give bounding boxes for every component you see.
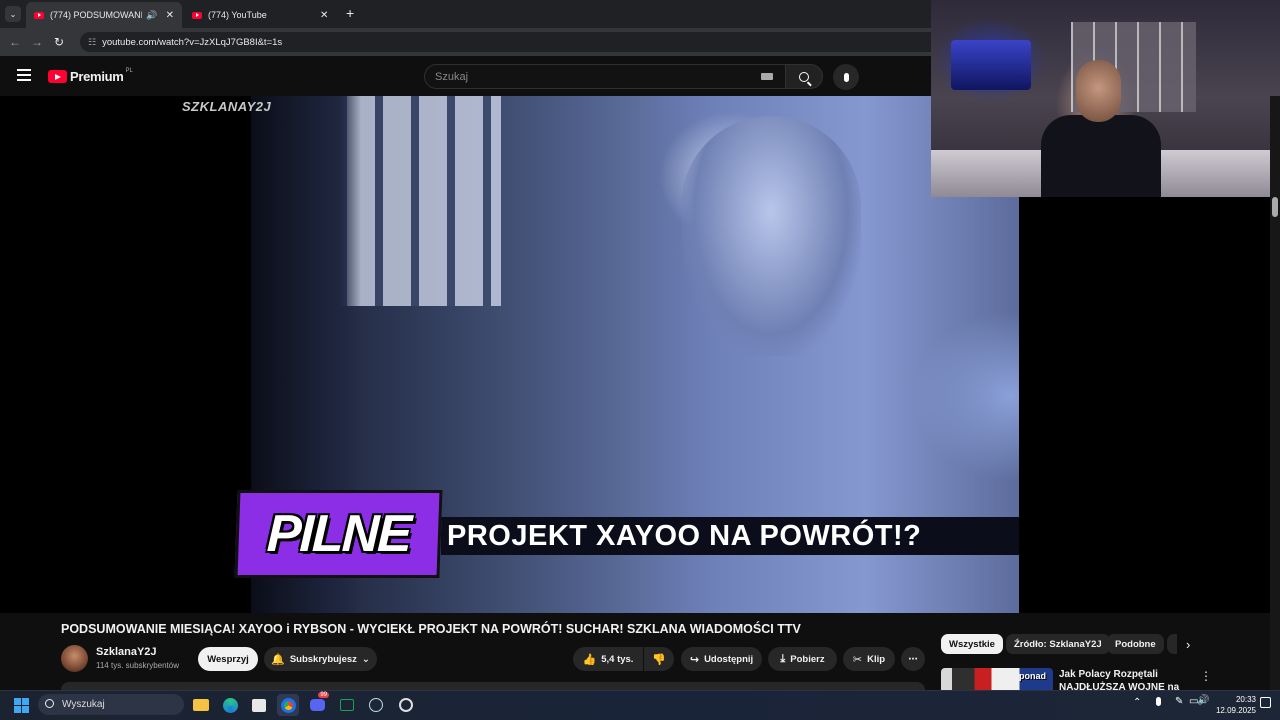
chip-source[interactable]: Źródło: SzklanaY2J (1006, 634, 1110, 654)
microphone-icon[interactable] (833, 64, 859, 90)
chip-related-label: Podobne (1115, 638, 1156, 650)
clock-date: 12.09.2025 (1215, 706, 1256, 715)
avatar[interactable] (61, 645, 88, 672)
dislike-button[interactable]: 👎 (644, 647, 674, 671)
share-button[interactable]: ↪ Udostępnij (681, 647, 762, 671)
channel-name[interactable]: SzklanaY2J (96, 646, 157, 658)
more-actions-button[interactable]: ⋯ (901, 647, 925, 671)
taskbar-search[interactable]: Wyszukaj (38, 694, 184, 715)
windows-start-icon[interactable] (10, 694, 32, 716)
clock-time: 20:33 (1235, 695, 1256, 704)
download-button[interactable]: ⤓ Pobierz (768, 647, 837, 671)
chip-next-fade (1167, 634, 1177, 654)
forward-icon[interactable]: → (26, 31, 48, 53)
url-text: youtube.com/watch?v=JzXLqJ7GB8I&t=1s (102, 36, 283, 48)
tab-search-icon[interactable]: ⌄ (5, 6, 21, 22)
search-icon (45, 699, 54, 708)
subscribed-label: Subskrybujesz (289, 653, 357, 665)
thumbs-up-icon: 👍 (582, 653, 597, 666)
urgent-badge: PILNE (234, 490, 443, 578)
youtube-favicon-icon (34, 11, 44, 19)
site-info-icon[interactable]: ☷ (88, 37, 96, 48)
recommendation-title[interactable]: Jak Polacy Rozpętali NAJDŁUŻSZA WOJNĘ na… (1059, 668, 1189, 690)
notifications-icon[interactable] (1260, 697, 1271, 708)
chip-all[interactable]: Wszystkie (941, 634, 1003, 654)
thumbnail-text: ponad (1019, 671, 1046, 681)
new-tab-icon[interactable]: + (346, 5, 354, 21)
video-title: PODSUMOWANIE MIESIĄCA! XAYOO i RYBSON - … (61, 622, 801, 636)
taskbar-clock[interactable]: 20:33 12.09.2025 (1210, 694, 1256, 716)
search-button[interactable] (785, 64, 823, 89)
recommendation-thumbnail[interactable]: ponad (941, 668, 1053, 690)
excel-icon[interactable] (336, 694, 358, 716)
tab-youtube[interactable]: (774) YouTube ✕ (184, 2, 340, 28)
share-icon: ↪ (689, 653, 700, 666)
support-button[interactable]: Wesprzyj (198, 647, 258, 671)
menu-icon[interactable] (17, 69, 31, 81)
chip-all-label: Wszystkie (949, 638, 995, 650)
support-label: Wesprzyj (207, 653, 249, 665)
webcam-monitor (951, 40, 1031, 90)
address-bar[interactable]: ☷ youtube.com/watch?v=JzXLqJ7GB8I&t=1s (80, 32, 940, 52)
subscribed-button[interactable]: 🔔 Subskrybujesz ⌄ (264, 647, 377, 671)
channel-watermark: SZKLANAY2J (182, 99, 272, 114)
taskbar-search-label: Wyszukaj (62, 699, 105, 710)
youtube-logo[interactable]: Premium PL (48, 67, 133, 84)
store-icon[interactable] (248, 694, 270, 716)
webcam-head (1076, 60, 1121, 122)
like-button[interactable]: 👍 5,4 tys. (573, 647, 643, 671)
bell-icon: 🔔 (271, 653, 285, 666)
tab-video[interactable]: (774) PODSUMOWANIE MIE 🔊 ✕ (26, 2, 182, 28)
tab-youtube-label: (774) YouTube (208, 10, 267, 20)
tray-microphone-icon[interactable] (1156, 697, 1161, 706)
obs-icon[interactable] (395, 694, 417, 716)
search-input[interactable]: Szukaj (424, 64, 786, 89)
chevron-right-icon[interactable]: › (1186, 637, 1190, 652)
download-label: Pobierz (790, 653, 825, 665)
description-box-edge (61, 682, 925, 690)
tab-close-icon[interactable]: ✕ (166, 10, 174, 21)
logo-region: PL (125, 67, 133, 74)
more-icon: ⋯ (908, 653, 918, 665)
download-icon: ⤓ (780, 652, 786, 665)
file-explorer-icon[interactable] (190, 694, 212, 716)
chrome-icon[interactable] (277, 694, 299, 716)
tray-pen-icon[interactable]: ✎ (1175, 696, 1183, 707)
clip-button[interactable]: ✂ Klip (843, 647, 895, 671)
share-label: Udostępnij (704, 653, 754, 665)
search-icon (799, 71, 812, 87)
thumbs-down-icon: 👎 (652, 653, 666, 666)
scrollbar-thumb[interactable] (1272, 197, 1278, 217)
chip-source-label: Źródło: SzklanaY2J (1014, 638, 1102, 650)
search-placeholder: Szukaj (435, 70, 469, 83)
clip-label: Klip (867, 653, 886, 665)
headline-banner: PROJEKT XAYOO NA POWRÓT!? (441, 517, 1019, 555)
logo-text: Premium (70, 69, 124, 84)
tab-video-label: (774) PODSUMOWANIE MIE (50, 10, 143, 20)
subscriber-count: 114 tys. subskrybentów (96, 661, 180, 670)
keyboard-icon[interactable] (761, 73, 773, 80)
chip-related[interactable]: Podobne (1107, 634, 1164, 654)
streamer-webcam (931, 0, 1280, 197)
discord-badge: 99 (318, 692, 329, 698)
reload-icon[interactable]: ↻ (48, 31, 70, 53)
back-icon[interactable]: ← (4, 31, 26, 53)
webcam-person (1041, 115, 1161, 197)
page-scrollbar[interactable] (1270, 96, 1280, 690)
urgent-badge-text: PILNE (265, 505, 412, 563)
recommendation-menu-icon[interactable]: ⋮ (1200, 669, 1212, 683)
youtube-logo-icon (48, 70, 67, 83)
youtube-favicon-icon (192, 11, 202, 19)
speaker-icon[interactable]: 🔊 (146, 10, 157, 21)
discord-icon[interactable]: 99 (306, 692, 329, 716)
tray-volume-icon[interactable]: 🔊 (1197, 695, 1209, 706)
chevron-down-icon: ⌄ (361, 653, 370, 665)
steam-icon[interactable] (365, 694, 387, 716)
edge-icon[interactable] (219, 694, 241, 716)
tray-chevron-up-icon[interactable]: ⌃ (1133, 697, 1141, 708)
tab-close-icon[interactable]: ✕ (320, 10, 328, 21)
like-count: 5,4 tys. (601, 653, 634, 665)
scissors-icon: ✂ (852, 653, 863, 666)
video-figure (681, 116, 861, 356)
